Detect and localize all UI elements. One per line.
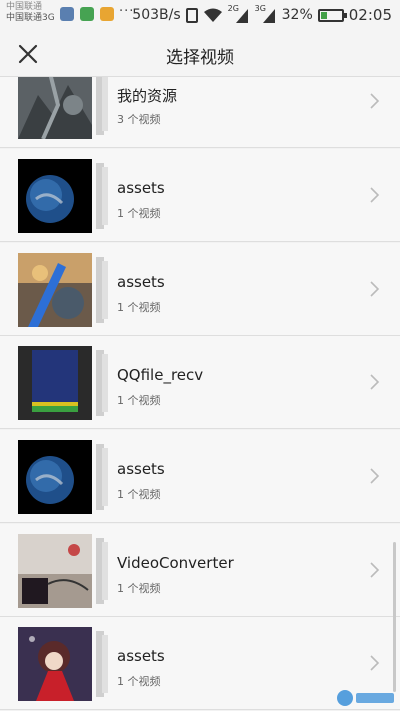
album-thumbnail — [18, 159, 92, 233]
net-speed: 503B/s — [132, 7, 181, 23]
chevron-right-icon — [370, 281, 380, 297]
album-name: assets — [117, 273, 165, 291]
album-count: 1 个视频 — [117, 488, 161, 501]
signal-3g-label: 3G — [254, 4, 266, 13]
wechat-notification-icon — [80, 7, 94, 21]
thumb-stack — [18, 346, 108, 420]
album-list[interactable]: 我的资源 3 个视频 assets 1 个视频 assets 1 个视频 QQf… — [0, 77, 400, 711]
album-count: 1 个视频 — [117, 301, 161, 314]
album-name: 我的资源 — [117, 87, 178, 105]
status-right: 503B/s 2G 3G 32% 02:05 — [132, 4, 392, 24]
battery-fill — [320, 11, 327, 19]
album-name: VideoConverter — [117, 554, 234, 572]
album-count: 1 个视频 — [117, 675, 161, 688]
chevron-right-icon — [370, 468, 380, 484]
album-row-qqfile-recv[interactable]: QQfile_recv 1 个视频 — [0, 336, 400, 429]
scrollbar[interactable] — [393, 542, 396, 692]
album-row-assets[interactable]: assets 1 个视频 — [0, 243, 400, 336]
album-thumbnail — [18, 77, 92, 139]
album-count: 3 个视频 — [117, 113, 161, 126]
site-watermark-logo — [337, 690, 394, 706]
clock: 02:05 — [348, 6, 392, 24]
chevron-right-icon — [370, 93, 380, 109]
chevron-right-icon — [370, 655, 380, 671]
album-row-assets[interactable]: assets 1 个视频 — [0, 430, 400, 523]
carrier-line2: 中国联通3G — [6, 13, 55, 23]
signal-2g-label: 2G — [227, 4, 239, 13]
lock-notification-icon — [100, 7, 114, 21]
battery-percent: 32% — [281, 7, 313, 23]
thumb-stack — [18, 534, 108, 608]
app-notification-icon — [60, 7, 74, 21]
album-thumbnail — [18, 346, 92, 420]
carrier-line1: 中国联通 — [6, 2, 43, 12]
album-count: 1 个视频 — [117, 582, 161, 595]
signal-2g-icon: 2G — [227, 4, 250, 23]
wifi-icon — [203, 8, 222, 22]
chevron-right-icon — [370, 374, 380, 390]
album-thumbnail — [18, 627, 92, 701]
carrier-info: 中国联通 中国联通3G — [6, 2, 55, 24]
signal-3g-icon: 3G — [254, 4, 277, 23]
chevron-right-icon — [370, 187, 380, 203]
album-row-my-resources[interactable]: 我的资源 3 个视频 — [0, 77, 400, 148]
thumb-stack — [18, 440, 108, 514]
thumb-stack — [18, 253, 108, 327]
thumb-stack — [18, 627, 108, 701]
vibrate-icon — [185, 7, 198, 23]
album-name: QQfile_recv — [117, 366, 204, 384]
album-row-assets[interactable]: assets 1 个视频 — [0, 149, 400, 242]
thumb-stack — [18, 77, 108, 139]
album-row-videoconverter[interactable]: VideoConverter 1 个视频 — [0, 524, 400, 617]
album-name: assets — [117, 647, 165, 665]
battery-icon — [317, 8, 347, 22]
page-title: 选择视频 — [166, 48, 234, 68]
notification-icons — [60, 7, 114, 21]
chevron-right-icon — [370, 562, 380, 578]
album-count: 1 个视频 — [117, 394, 161, 407]
album-thumbnail — [18, 534, 92, 608]
album-name: assets — [117, 460, 165, 478]
album-name: assets — [117, 179, 165, 197]
album-count: 1 个视频 — [117, 207, 161, 220]
thumb-stack — [18, 159, 108, 233]
title-bar: 选择视频 — [0, 30, 400, 77]
album-thumbnail — [18, 440, 92, 514]
album-thumbnail — [18, 253, 92, 327]
status-bar: 中国联通 中国联通3G ··· 503B/s 2G 3G 32% 02:05 — [0, 0, 400, 30]
